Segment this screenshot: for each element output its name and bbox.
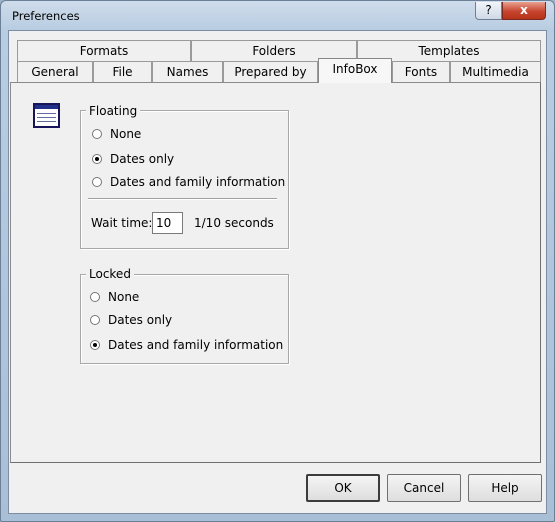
tab-prepared-by[interactable]: Prepared by: [223, 61, 318, 82]
cancel-button[interactable]: Cancel: [387, 474, 461, 502]
radio-circle: [92, 129, 102, 139]
tab-formats[interactable]: Formats: [17, 40, 191, 61]
tab-file[interactable]: File: [93, 61, 152, 82]
tab-names[interactable]: Names: [152, 61, 223, 82]
tab-label: Templates: [418, 44, 480, 58]
radio-label: Dates and family information: [108, 338, 284, 352]
radio-selected-dot: [93, 343, 97, 347]
radio-label: Dates and family information: [110, 175, 286, 189]
radio-selected-dot: [95, 157, 99, 161]
radio-circle: [90, 315, 100, 325]
radio-label: None: [110, 127, 142, 141]
wait-time-units: 1/10 seconds: [194, 216, 274, 230]
window-title: Preferences: [12, 9, 80, 23]
tab-label: Fonts: [404, 65, 438, 79]
title-bar[interactable]: Preferences ? x: [1, 1, 554, 31]
tab-label: Multimedia: [462, 65, 529, 79]
tab-label: General: [31, 65, 79, 79]
tab-general[interactable]: General: [17, 61, 93, 82]
radio-circle: [90, 292, 100, 302]
radio-circle: [92, 177, 102, 187]
radio-circle: [92, 154, 102, 164]
help-title-button[interactable]: ?: [475, 2, 502, 20]
radio-label: None: [108, 290, 140, 304]
radio-label: Dates only: [110, 152, 175, 166]
tab-label: Formats: [79, 44, 129, 58]
radio-circle: [90, 340, 100, 350]
close-icon: x: [520, 3, 528, 17]
tab-label: InfoBox: [332, 62, 378, 76]
tab-fonts[interactable]: Fonts: [392, 61, 450, 82]
wait-time-input[interactable]: [152, 212, 183, 234]
question-mark-icon: ?: [485, 3, 492, 17]
locked-group-label: Locked: [86, 267, 134, 281]
radio-label: Dates only: [108, 313, 173, 327]
tab-multimedia[interactable]: Multimedia: [450, 61, 541, 82]
close-button[interactable]: x: [502, 2, 546, 20]
wait-time-label: Wait time:: [91, 216, 153, 230]
infobox-window-icon: [33, 103, 60, 128]
floating-group-label: Floating: [86, 104, 141, 118]
tab-label: File: [112, 65, 133, 79]
tab-label: Prepared by: [234, 65, 307, 79]
tab-label: Names: [166, 65, 209, 79]
tab-infobox[interactable]: InfoBox: [318, 58, 392, 83]
floating-separator: [88, 198, 277, 199]
tab-label: Folders: [252, 44, 296, 58]
help-button[interactable]: Help: [468, 474, 542, 502]
ok-button[interactable]: OK: [306, 474, 380, 502]
